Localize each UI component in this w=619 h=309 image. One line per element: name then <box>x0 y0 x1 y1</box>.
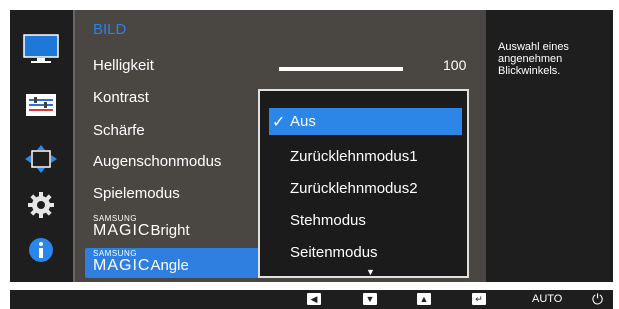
left-key-icon[interactable]: ◀ <box>307 293 321 305</box>
menu-item-magic-bright[interactable]: SAMSUNG MAGICBright <box>93 215 190 239</box>
menu-title: BILD <box>93 21 127 38</box>
help-text: Auswahl eines angenehmen Blickwinkels. <box>498 41 569 77</box>
gear-icon[interactable] <box>22 192 60 218</box>
position-arrows-icon[interactable] <box>22 145 60 173</box>
down-key-icon[interactable]: ▼ <box>363 293 377 305</box>
menu-item-schaerfe[interactable]: Schärfe <box>93 122 145 139</box>
button-guide-bar: ◀ ▼ ▲ ↵ AUTO ⏻ <box>10 290 613 309</box>
enter-key-icon[interactable]: ↵ <box>472 293 486 305</box>
check-icon: ✓ <box>272 114 286 131</box>
magic-angle-word: Angle <box>150 257 189 274</box>
magic-angle-dropdown: ✓ Aus Zurücklehnmodus1 Zurücklehnmodus2 … <box>258 89 469 278</box>
info-icon[interactable] <box>22 237 60 263</box>
magic-angle-brand-big: MAGIC <box>93 257 151 274</box>
help-panel: Auswahl eines angenehmen Blickwinkels. <box>486 10 613 282</box>
brightness-slider[interactable] <box>279 67 403 71</box>
option-seitenmodus[interactable]: Seitenmodus <box>290 244 378 261</box>
menu-item-helligkeit[interactable]: Helligkeit <box>93 57 154 74</box>
magic-bright-word: Bright <box>150 222 190 239</box>
magic-bright-brand-big: MAGIC <box>93 222 151 239</box>
power-icon[interactable]: ⏻ <box>592 291 603 308</box>
category-column <box>10 10 72 282</box>
brightness-slider-fill <box>279 67 403 71</box>
option-aus-label: Aus <box>290 113 316 130</box>
brightness-value: 100 <box>443 57 467 73</box>
monitor-icon[interactable] <box>22 34 60 63</box>
up-key-icon[interactable]: ▲ <box>417 293 431 305</box>
option-aus[interactable]: ✓ Aus <box>269 108 462 135</box>
settings-sliders-icon[interactable] <box>22 92 60 118</box>
option-zuruecklehnmodus2[interactable]: Zurücklehnmodus2 <box>290 180 418 197</box>
option-zuruecklehnmodus1[interactable]: Zurücklehnmodus1 <box>290 148 418 165</box>
menu-item-augenschonmodus[interactable]: Augenschonmodus <box>93 153 221 170</box>
scroll-down-icon[interactable]: ▼ <box>366 267 375 277</box>
option-stehmodus[interactable]: Stehmodus <box>290 212 366 229</box>
menu-item-kontrast[interactable]: Kontrast <box>93 89 149 106</box>
magic-angle-label: SAMSUNG MAGICAngle <box>93 250 189 274</box>
menu-item-spielemodus[interactable]: Spielemodus <box>93 185 180 202</box>
auto-key[interactable]: AUTO <box>532 293 562 305</box>
